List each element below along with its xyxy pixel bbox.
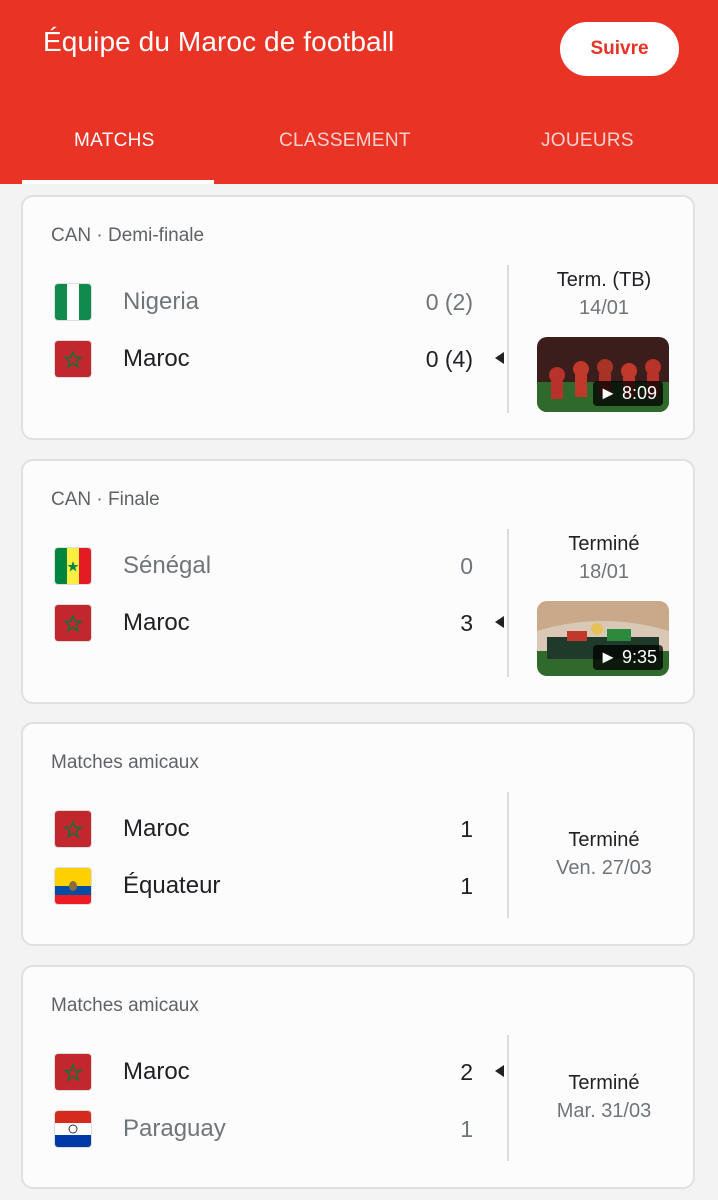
competition-label: Matches amicaux xyxy=(51,995,199,1016)
team-name: Nigeria xyxy=(123,288,200,315)
team-score: 1 xyxy=(460,1116,473,1142)
senegal-flag-icon xyxy=(55,548,91,584)
team-name: Équateur xyxy=(123,872,221,899)
team-score: 0 xyxy=(460,553,473,579)
team-name: Maroc xyxy=(123,345,190,372)
match-status: Term. (TB) xyxy=(556,269,652,291)
nigeria-flag-icon xyxy=(55,284,91,320)
match-date: 14/01 xyxy=(578,297,630,319)
divider xyxy=(507,1035,509,1161)
match-card[interactable]: Matches amicaux Maroc 2 Paraguay 1 Termi… xyxy=(21,965,695,1189)
winner-arrow-icon xyxy=(495,352,504,364)
competition-label: Matches amicaux xyxy=(51,752,199,773)
divider xyxy=(507,529,509,677)
team-score: 1 xyxy=(460,816,473,842)
paraguay-flag-icon xyxy=(55,1111,91,1147)
tab-matchs[interactable]: MATCHS xyxy=(74,130,155,152)
team-score: 0 (4) xyxy=(425,346,473,372)
active-tab-indicator xyxy=(22,180,214,184)
morocco-flag-icon xyxy=(55,605,91,641)
match-date: Mar. 31/03 xyxy=(556,1100,652,1122)
morocco-flag-icon xyxy=(55,341,91,377)
team-score: 2 xyxy=(460,1059,473,1085)
match-status: Terminé xyxy=(568,1072,640,1094)
winner-arrow-icon xyxy=(495,616,504,628)
team-name: Sénégal xyxy=(123,552,212,579)
video-highlight-thumbnail[interactable]: ► 8:09 xyxy=(537,337,669,412)
video-duration: ► 8:09 xyxy=(593,381,663,406)
video-highlight-thumbnail[interactable]: ► 9:35 xyxy=(537,601,669,676)
match-card[interactable]: Matches amicaux Maroc 1 Équateur 1 Termi… xyxy=(21,722,695,946)
match-date: Ven. 27/03 xyxy=(556,857,652,879)
morocco-flag-icon xyxy=(55,811,91,847)
team-name: Maroc xyxy=(123,815,190,842)
match-status: Terminé xyxy=(568,829,640,851)
team-header: Équipe du Maroc de football Suivre MATCH… xyxy=(0,0,718,184)
tab-classement[interactable]: CLASSEMENT xyxy=(279,130,411,152)
video-duration: ► 9:35 xyxy=(593,645,663,670)
follow-button[interactable]: Suivre xyxy=(560,22,679,76)
competition-label: CAN · Finale xyxy=(51,489,160,510)
competition-label: CAN · Demi-finale xyxy=(51,225,205,246)
page-title: Équipe du Maroc de football xyxy=(43,26,395,57)
match-date: 18/01 xyxy=(578,561,630,583)
divider xyxy=(507,265,509,413)
team-score: 3 xyxy=(460,610,473,636)
team-name: Maroc xyxy=(123,609,190,636)
match-status: Terminé xyxy=(568,533,640,555)
match-card[interactable]: CAN · Demi-finale Nigeria 0 (2) Maroc 0 … xyxy=(21,195,695,440)
match-card[interactable]: CAN · Finale Sénégal 0 Maroc 3 Terminé 1… xyxy=(21,459,695,704)
team-score: 0 (2) xyxy=(425,289,473,315)
team-name: Paraguay xyxy=(123,1115,226,1142)
divider xyxy=(507,792,509,918)
ecuador-flag-icon xyxy=(55,868,91,904)
tab-joueurs[interactable]: JOUEURS xyxy=(541,130,634,152)
morocco-flag-icon xyxy=(55,1054,91,1090)
team-name: Maroc xyxy=(123,1058,190,1085)
team-score: 1 xyxy=(460,873,473,899)
winner-arrow-icon xyxy=(495,1065,504,1077)
